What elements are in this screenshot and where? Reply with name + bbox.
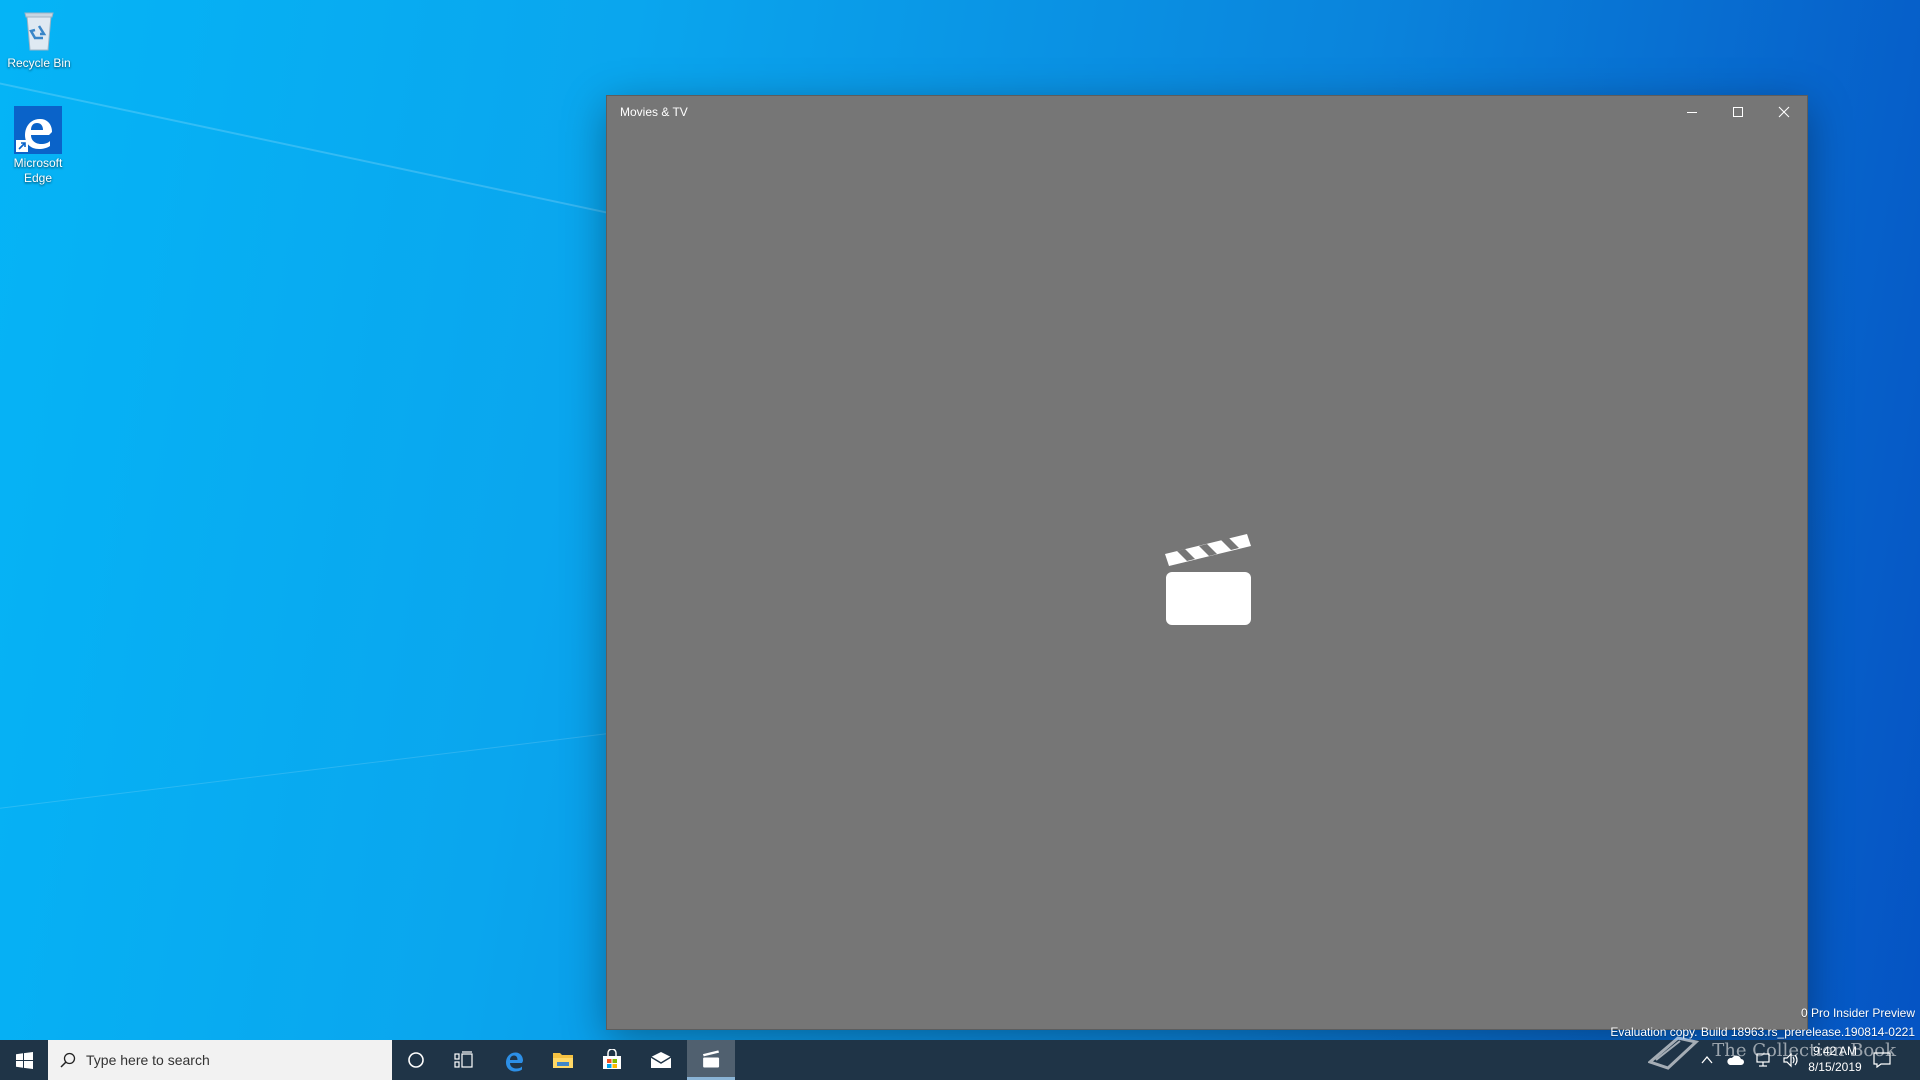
- cortana-button[interactable]: [392, 1040, 440, 1080]
- clapperboard-icon: [1163, 532, 1253, 633]
- taskbar-movies-tv-button[interactable]: [687, 1040, 735, 1080]
- maximize-icon: [1733, 107, 1743, 117]
- cortana-icon: [408, 1052, 424, 1068]
- search-placeholder: Type here to search: [86, 1052, 210, 1068]
- desktop-icon-microsoft-edge[interactable]: Microsoft Edge: [0, 106, 76, 186]
- site-watermark-text: The Collection Book: [1712, 1040, 1896, 1061]
- desktop-icon-label: Recycle Bin: [7, 56, 71, 70]
- desktop-icon-recycle-bin[interactable]: Recycle Bin: [0, 6, 78, 71]
- file-explorer-icon: [553, 1053, 573, 1068]
- task-view-icon: [454, 1051, 473, 1068]
- edge-icon: [506, 1052, 523, 1072]
- minimize-icon: [1687, 112, 1697, 113]
- desktop: Recycle Bin Microsoft Edge Movies & TV 0…: [0, 0, 1920, 1080]
- windows-logo-icon: [15, 1051, 33, 1069]
- close-icon: [1778, 106, 1790, 118]
- store-button[interactable]: [588, 1040, 636, 1080]
- search-icon: [60, 1052, 76, 1068]
- start-button[interactable]: [0, 1040, 48, 1080]
- maximize-button[interactable]: [1715, 96, 1761, 128]
- book-logo-icon: [1647, 1036, 1700, 1070]
- taskbar-edge-button[interactable]: [490, 1040, 538, 1080]
- minimize-button[interactable]: [1669, 96, 1715, 128]
- window-title: Movies & TV: [620, 105, 688, 119]
- site-watermark: The Collection Book: [1647, 1032, 1896, 1070]
- movies-tv-window: Movies & TV: [607, 96, 1807, 1029]
- edge-icon: [14, 106, 62, 154]
- mail-button[interactable]: [637, 1040, 685, 1080]
- close-button[interactable]: [1761, 96, 1807, 128]
- taskbar-search-box[interactable]: Type here to search: [48, 1040, 392, 1080]
- store-icon: [603, 1049, 621, 1069]
- task-view-button[interactable]: [440, 1040, 488, 1080]
- taskbar: Type here to search 9:42 AM 8/15/2019: [0, 1040, 1920, 1080]
- file-explorer-button[interactable]: [539, 1040, 587, 1080]
- mail-icon: [650, 1052, 672, 1068]
- desktop-icon-label: Microsoft Edge: [13, 156, 63, 185]
- window-titlebar[interactable]: Movies & TV: [607, 96, 1807, 128]
- recycle-bin-icon: [15, 6, 63, 54]
- movies-tv-icon: [702, 1049, 720, 1067]
- build-watermark-line1: 0 Pro Insider Preview: [1800, 1006, 1915, 1020]
